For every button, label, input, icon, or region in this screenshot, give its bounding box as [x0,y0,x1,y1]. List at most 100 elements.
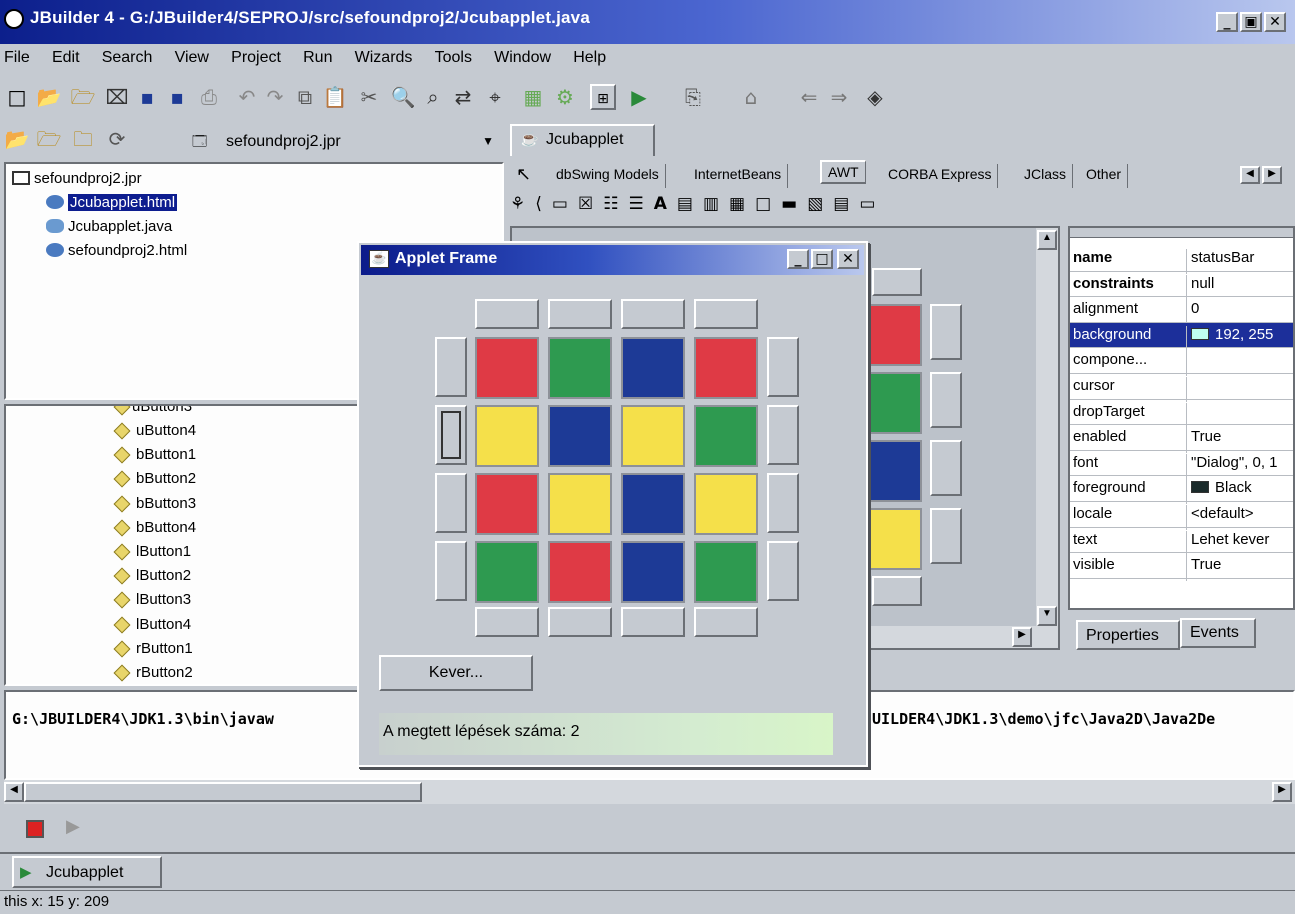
label-icon[interactable]: ⟨ [535,194,552,214]
right-button[interactable] [767,473,799,533]
tab-jcubapplet[interactable]: ☕ Jcubapplet [510,124,655,156]
close-button[interactable]: ✕ [1264,12,1286,32]
up-button[interactable] [694,299,758,329]
property-value[interactable]: statusBar [1186,249,1254,274]
open-project-icon[interactable]: 📂 [4,126,30,152]
bean-chooser-icon[interactable]: ⚘ [510,194,535,214]
property-row[interactable]: dropTarget [1070,400,1293,428]
property-value[interactable]: "Dialog", 0, 1 [1186,453,1278,479]
property-row[interactable]: cursor [1070,374,1293,402]
tab-other[interactable]: Other [1080,164,1129,188]
structure-item[interactable]: bButton4 [113,519,196,537]
menu-help[interactable]: Help [573,49,606,67]
awt-component-icons[interactable]: ⚘⟨▭☒☷☰A▤▥▦□▬▧▤▭ [510,194,1030,220]
menu-wizards[interactable]: Wizards [355,49,413,67]
property-value[interactable]: <default> [1186,505,1254,530]
menu-search[interactable]: Search [102,49,153,67]
textarea-icon[interactable]: ▤ [833,194,859,214]
applet-title-bar[interactable]: ☕ Applet Frame _ □ ✕ [361,245,864,275]
menu-window[interactable]: Window [494,49,551,67]
preview-button[interactable] [930,440,962,496]
menubar-icon[interactable]: ▥ [703,194,729,214]
left-button[interactable] [435,541,467,601]
refresh-icon[interactable]: ⟳ [104,126,130,152]
run-icon[interactable]: ▶ [626,84,652,110]
property-row[interactable]: alignment 0 [1070,297,1293,326]
tab-properties[interactable]: Properties [1076,620,1180,650]
property-value[interactable]: 192, 255 [1186,325,1273,351]
menu-run[interactable]: Run [303,49,332,67]
structure-item[interactable]: lButton1 [113,543,191,561]
structure-item[interactable]: rButton1 [113,640,193,658]
property-row[interactable]: compone... [1070,348,1293,377]
up-button[interactable] [475,299,539,329]
up-button[interactable] [621,299,685,329]
property-value[interactable]: 0 [1186,300,1199,326]
left-button[interactable] [435,405,467,465]
replace-icon[interactable]: ⇄ [450,84,476,110]
rebuild-icon[interactable]: ⚙ [552,84,578,110]
new-file-icon[interactable]: □ [4,84,30,110]
menu-edit[interactable]: Edit [52,49,80,67]
applet-frame-window[interactable]: ☕ Applet Frame _ □ ✕ Kever... A megtett … [357,241,868,767]
menu-view[interactable]: View [175,49,209,67]
property-value[interactable]: Black [1186,479,1252,505]
project-combo[interactable]: 🗔 sefoundproj2.jpr ▼ [190,128,502,156]
structure-item[interactable]: bButton1 [113,446,196,464]
property-row[interactable]: text Lehet kever [1070,528,1293,556]
popup-menu-icon[interactable]: ▦ [729,194,755,214]
property-row[interactable]: background 192, 255 [1070,322,1293,351]
resume-icon[interactable]: ▶ [66,816,80,837]
left-button[interactable] [435,337,467,397]
property-row[interactable]: font "Dialog", 0, 1 [1070,451,1293,479]
applet-close-button[interactable]: ✕ [837,249,859,269]
tab-internetbeans[interactable]: InternetBeans [688,164,789,188]
tab-events[interactable]: Events [1180,618,1256,648]
copy-icon[interactable]: ⧉ [292,84,318,110]
output-hscroll[interactable]: ◀ ▶ [4,780,1295,804]
property-value[interactable]: True [1186,556,1221,582]
project-item-sefoundproj2-html[interactable]: sefoundproj2.html [46,242,187,259]
back-icon[interactable]: ⇐ [796,84,822,110]
right-button[interactable] [767,337,799,397]
preview-button[interactable] [930,508,962,564]
help-book-icon[interactable]: ◈ [862,84,888,110]
down-button[interactable] [621,607,685,637]
property-row[interactable]: constraints null [1070,272,1293,300]
choice-icon[interactable]: ☰ [628,194,653,214]
right-button[interactable] [767,405,799,465]
scroll-right-button[interactable]: ▶ [1272,782,1292,802]
pointer-icon[interactable]: ↖ [516,164,531,185]
scroll-thumb[interactable] [24,782,422,802]
property-row[interactable]: locale <default> [1070,502,1293,530]
scrollpane-icon[interactable]: ▧ [807,194,833,214]
property-value[interactable] [1186,377,1191,402]
add-file-icon[interactable]: 🗁 [36,126,62,152]
down-button[interactable] [475,607,539,637]
structure-item[interactable]: bButton2 [113,470,196,488]
find-icon[interactable]: 🔍 [390,84,416,110]
property-row[interactable]: enabled True [1070,425,1293,454]
print-icon[interactable]: ⎙ [196,84,222,110]
scroll-left-button[interactable]: ◀ [4,782,24,802]
structure-item[interactable]: rButton2 [113,664,193,682]
structure-item[interactable]: lButton4 [113,616,191,634]
preview-button[interactable] [872,268,922,296]
debug-icon[interactable]: ⎘ [680,84,706,110]
forward-icon[interactable]: ⇒ [826,84,852,110]
redo-icon[interactable]: ↷ [262,84,288,110]
list-icon[interactable]: ▤ [677,194,703,214]
tab-dbswing-models[interactable]: dbSwing Models [550,164,666,188]
title-bar[interactable]: JBuilder 4 - G:/JBuilder4/SEPROJ/src/sef… [0,0,1295,44]
paste-icon[interactable]: 📋 [322,84,348,110]
tab-awt[interactable]: AWT [820,160,866,184]
structure-item[interactable]: lButton2 [113,567,191,585]
scroll-up-button[interactable]: ▲ [1037,230,1057,250]
right-button[interactable] [767,541,799,601]
palette-scroll-left[interactable]: ◀ [1240,166,1260,184]
structure-item[interactable]: lButton3 [113,591,191,609]
designer-vscroll[interactable] [1036,228,1058,648]
undo-icon[interactable]: ↶ [234,84,260,110]
tab-run-jcubapplet[interactable]: ▶ Jcubapplet [12,856,162,888]
left-button[interactable] [435,473,467,533]
